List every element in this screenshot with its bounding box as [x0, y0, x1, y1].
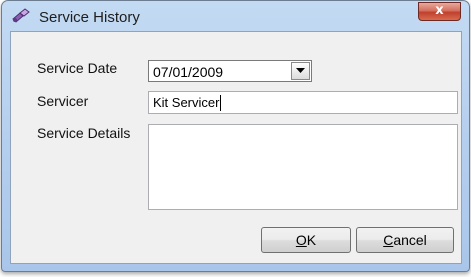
- cancel-label-rest: ancel: [393, 232, 427, 248]
- service-tool-icon: [11, 7, 31, 25]
- servicer-value: Kit Servicer: [153, 95, 220, 110]
- service-date-label: Service Date: [37, 60, 118, 76]
- dialog-body: Service Date 07/01/2009 Servicer Kit Ser…: [10, 31, 462, 264]
- close-button[interactable]: x: [418, 2, 461, 21]
- servicer-input[interactable]: Kit Servicer: [148, 91, 458, 114]
- chevron-down-icon: [296, 68, 305, 73]
- ok-button[interactable]: OK: [261, 227, 351, 253]
- dropdown-button[interactable]: [291, 62, 310, 80]
- close-icon: x: [435, 3, 444, 18]
- title-bar[interactable]: Service History x: [2, 1, 469, 31]
- cancel-button[interactable]: Cancel: [356, 227, 454, 253]
- ok-mnemonic: O: [295, 232, 307, 248]
- ok-label-rest: K: [306, 232, 317, 248]
- service-details-label: Service Details: [37, 125, 131, 141]
- service-history-dialog: Service History x Service Date 07/01/200…: [1, 0, 470, 272]
- service-details-input[interactable]: [148, 124, 458, 210]
- service-date-value: 07/01/2009: [153, 64, 224, 80]
- servicer-label: Servicer: [37, 93, 89, 109]
- text-caret: [220, 95, 221, 111]
- cancel-mnemonic: C: [383, 232, 394, 248]
- window-title: Service History: [39, 9, 140, 26]
- service-date-dropdown[interactable]: 07/01/2009: [148, 60, 312, 82]
